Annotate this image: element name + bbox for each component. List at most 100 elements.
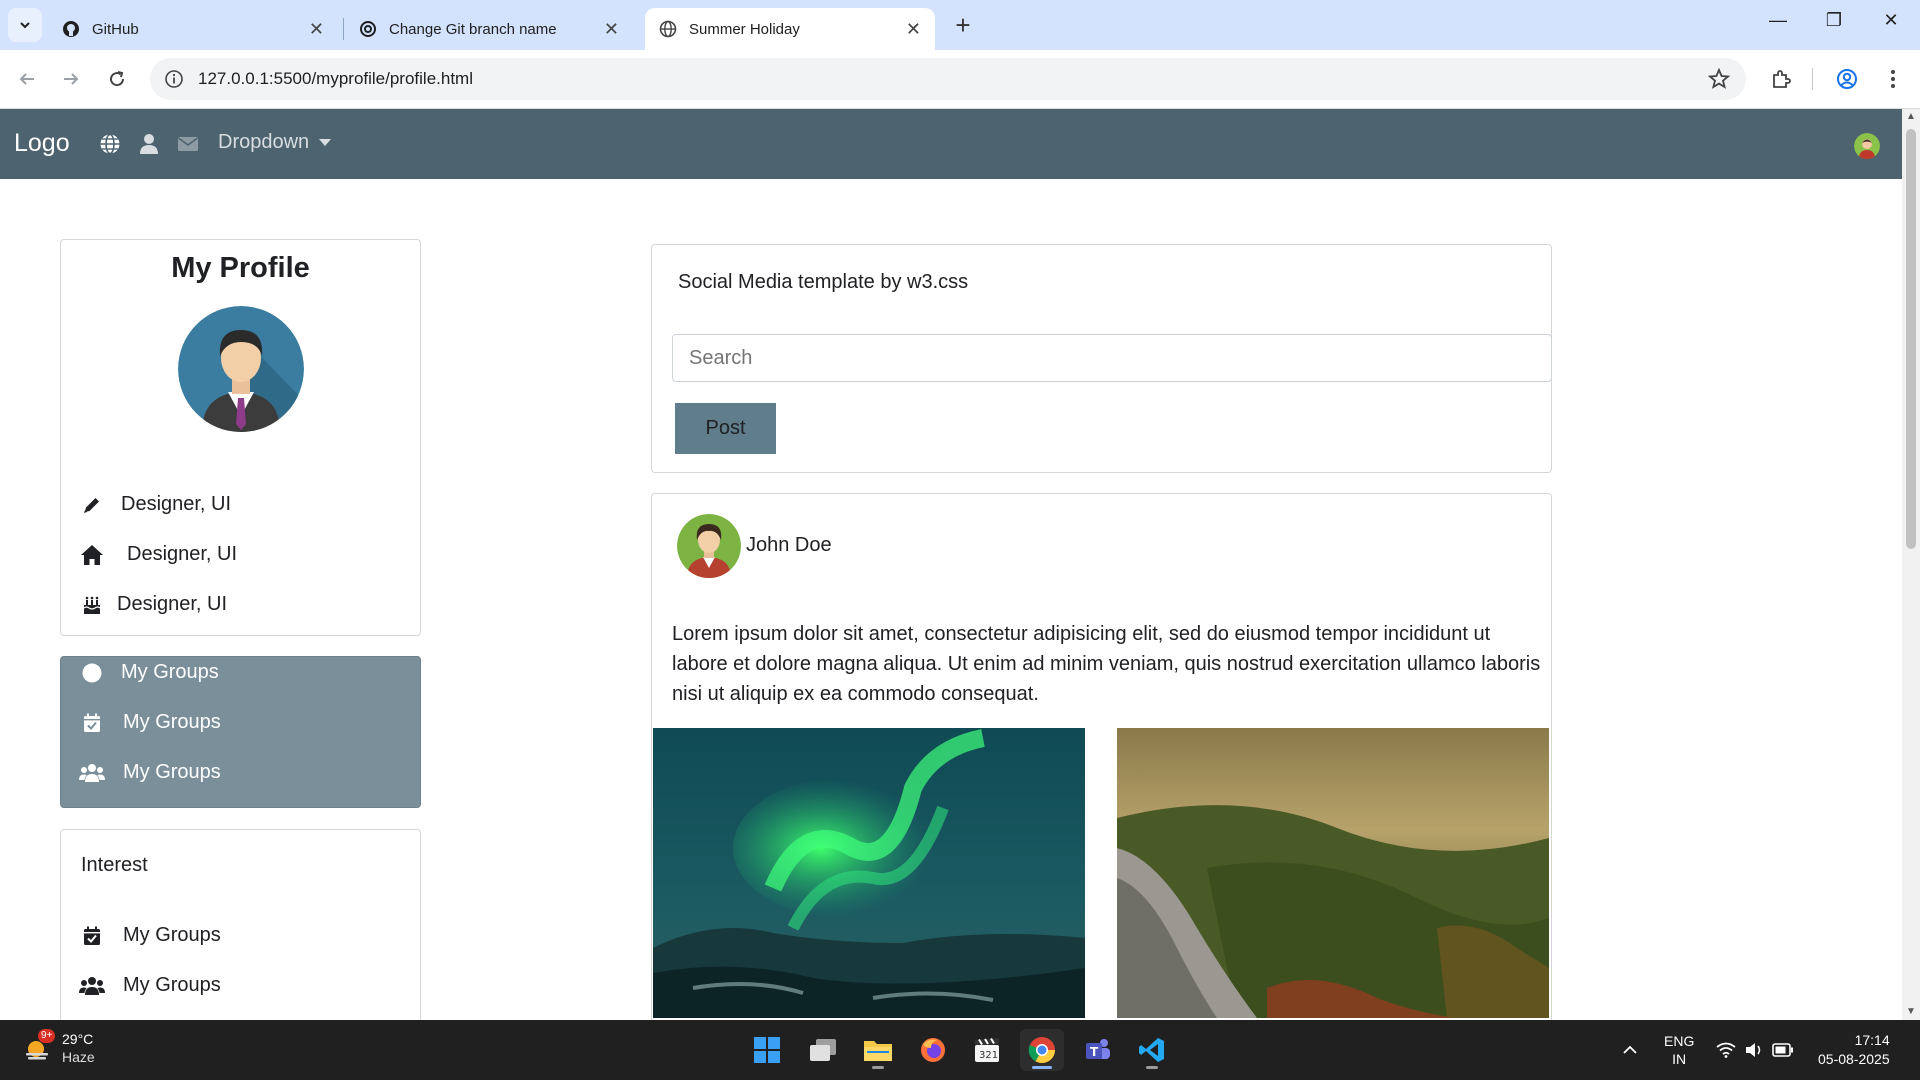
page-scrollbar[interactable]: ▲ ▼ — [1902, 109, 1920, 1020]
chrome-icon — [1028, 1037, 1056, 1064]
group-row-label: My Groups — [123, 711, 221, 733]
extensions-button[interactable] — [1768, 66, 1794, 92]
globe-icon — [659, 20, 677, 38]
account-icon — [1837, 69, 1857, 89]
profile-row-label: Designer, UI — [121, 493, 232, 515]
task-view-button[interactable] — [801, 1029, 845, 1071]
post-composer-card: Social Media template by w3.css Post — [651, 244, 1552, 473]
start-button[interactable] — [745, 1029, 789, 1071]
group-row[interactable]: My Groups — [79, 661, 219, 684]
author-name[interactable]: John Doe — [746, 534, 832, 557]
vscode-icon — [1139, 1038, 1164, 1062]
navbar-avatar[interactable] — [1854, 133, 1880, 159]
weather-badge: 9+ — [38, 1029, 56, 1043]
profile-row-label: Designer, UI — [117, 593, 228, 615]
video-editor-app[interactable]: 321 — [965, 1029, 1009, 1071]
profile-title: My Profile — [171, 252, 310, 284]
forest-valley-photo[interactable] — [1117, 728, 1549, 1018]
close-icon[interactable]: ✕ — [309, 19, 324, 40]
site-info-icon[interactable] — [164, 69, 184, 89]
post-body-text: Lorem ipsum dolor sit amet, consectetur … — [672, 623, 1541, 705]
profile-card: My Profile Designer, UI Designer, UI Des… — [60, 239, 421, 636]
user-icon[interactable] — [138, 133, 160, 155]
language-code: ENG — [1664, 1033, 1695, 1049]
home-icon — [79, 544, 105, 566]
users-icon — [79, 975, 105, 997]
quick-settings-button[interactable] — [1716, 1020, 1794, 1080]
calendar-check-icon — [79, 712, 105, 734]
tab-title: GitHub — [92, 20, 139, 38]
feed-post-card: John Doe Lorem ipsum dolor sit amet, con… — [651, 493, 1552, 1020]
scroll-up-arrow-icon[interactable]: ▲ — [1905, 111, 1917, 123]
address-bar[interactable]: 127.0.0.1:5500/myprofile/profile.html — [150, 58, 1746, 100]
reload-button[interactable] — [102, 64, 132, 94]
close-icon[interactable]: ✕ — [906, 19, 921, 40]
back-button[interactable] — [12, 64, 42, 94]
scroll-down-arrow-icon[interactable]: ▼ — [1905, 1006, 1917, 1018]
input-language-indicator[interactable]: ENG IN — [1664, 1020, 1694, 1080]
toolbar-divider — [1812, 68, 1813, 90]
svg-text:T: T — [1090, 1045, 1099, 1059]
folder-icon — [864, 1041, 892, 1061]
interest-card: Interest My Groups My Groups — [60, 829, 421, 1020]
language-region: IN — [1672, 1051, 1687, 1067]
tab-github[interactable]: GitHub ✕ — [48, 8, 338, 50]
weather-widget[interactable]: 9+ 29°C Haze — [22, 1029, 95, 1066]
interest-row-label: My Groups — [123, 974, 221, 996]
dropdown-menu-toggle[interactable]: Dropdown — [218, 131, 332, 154]
windows-taskbar: 9+ 29°C Haze 321 T ENG IN 17:14 05-08-20… — [0, 1020, 1920, 1080]
teams-app[interactable]: T — [1075, 1029, 1119, 1071]
tab-search-button[interactable] — [8, 8, 42, 42]
tab-change-git-branch[interactable]: Change Git branch name ✕ — [345, 8, 633, 50]
interest-row[interactable]: My Groups — [79, 924, 221, 947]
close-window-button[interactable]: ✕ — [1871, 10, 1911, 31]
bookmark-star-icon[interactable] — [1708, 68, 1730, 90]
users-icon — [79, 762, 105, 784]
github-icon — [62, 20, 80, 38]
reload-icon — [110, 71, 125, 87]
restore-button[interactable]: ❐ — [1814, 10, 1854, 31]
group-row[interactable]: My Groups — [79, 711, 221, 734]
arrow-left-icon — [19, 73, 34, 85]
forward-button[interactable] — [56, 64, 86, 94]
group-row[interactable]: My Groups — [79, 761, 221, 784]
url-text: 127.0.0.1:5500/myprofile/profile.html — [198, 69, 473, 88]
envelope-icon[interactable] — [177, 133, 199, 155]
windows-logo-icon — [754, 1037, 780, 1063]
more-vertical-icon — [1891, 70, 1895, 88]
group-row-label: My Groups — [121, 661, 219, 683]
groups-card: My Groups My Groups My Groups — [60, 656, 421, 808]
browser-menu-button[interactable] — [1880, 66, 1906, 92]
task-view-icon — [810, 1039, 836, 1061]
close-icon[interactable]: ✕ — [604, 19, 619, 40]
minimize-button[interactable]: — — [1758, 10, 1798, 31]
chatgpt-icon — [359, 20, 377, 38]
arrow-right-icon — [64, 73, 79, 85]
file-explorer-app[interactable] — [856, 1029, 900, 1071]
running-indicator — [1032, 1066, 1052, 1069]
globe-icon[interactable] — [99, 133, 121, 155]
logo-link[interactable]: Logo — [14, 129, 70, 158]
search-input[interactable] — [672, 334, 1552, 382]
post-button[interactable]: Post — [675, 403, 776, 454]
interest-row[interactable]: My Groups — [79, 974, 221, 997]
wifi-icon — [1716, 1042, 1736, 1058]
tab-summer-holiday[interactable]: Summer Holiday ✕ — [645, 8, 935, 50]
northern-lights-photo[interactable] — [653, 728, 1085, 1018]
firefox-app[interactable] — [911, 1029, 955, 1071]
tab-separator — [343, 18, 344, 40]
scrollbar-thumb[interactable] — [1906, 129, 1916, 549]
tab-title: Change Git branch name — [389, 20, 557, 38]
firefox-icon — [921, 1038, 945, 1062]
clock[interactable]: 17:14 05-08-2025 — [1818, 1020, 1890, 1080]
running-indicator — [872, 1066, 884, 1069]
new-tab-button[interactable]: + — [948, 10, 978, 40]
chrome-app[interactable] — [1020, 1029, 1064, 1071]
profile-row-home: Designer, UI — [79, 543, 237, 566]
profile-row-birthday: Designer, UI — [79, 593, 227, 616]
author-avatar — [677, 514, 741, 578]
interest-heading: Interest — [81, 854, 148, 876]
show-hidden-icons-button[interactable] — [1622, 1020, 1638, 1080]
profile-button[interactable] — [1834, 66, 1860, 92]
vscode-app[interactable] — [1130, 1029, 1174, 1071]
